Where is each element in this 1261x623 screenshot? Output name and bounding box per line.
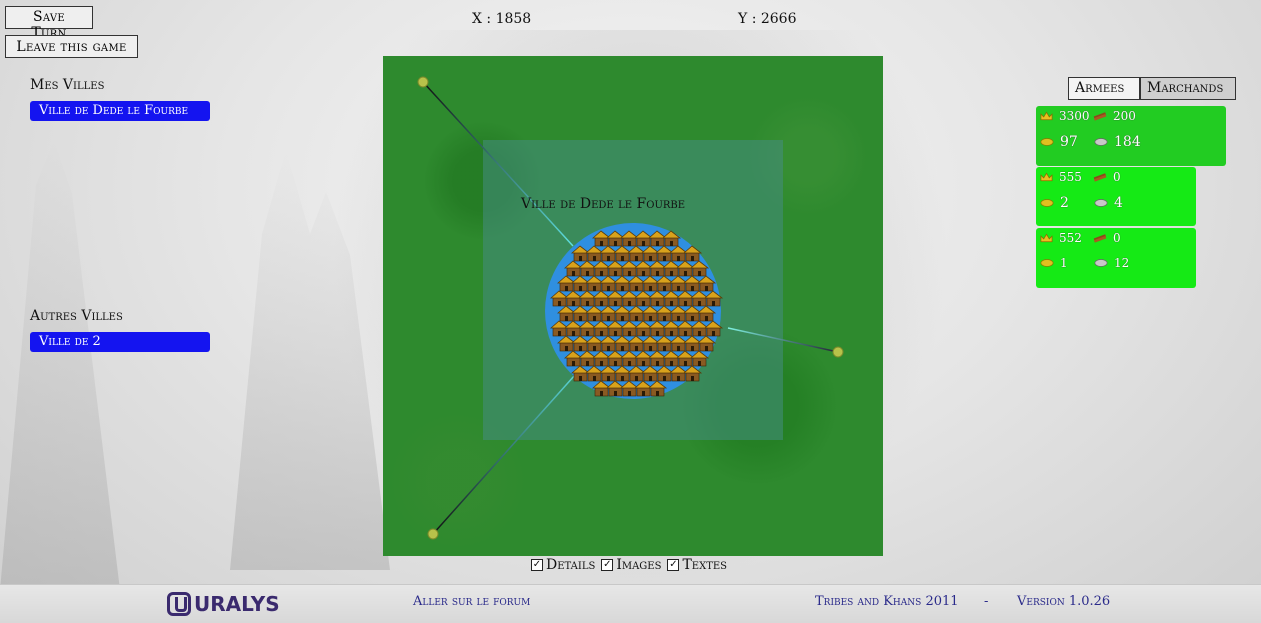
other-cities-title: Autres Villes <box>30 308 123 324</box>
logo-text: URALYS <box>194 592 280 616</box>
checkbox-textes[interactable]: ✓ <box>667 559 680 571</box>
credits-text: Tribes and Khans 2011 <box>815 594 959 609</box>
x-coordinate: X : 1858 <box>472 11 532 27</box>
map-city-label[interactable]: Ville de Dede le Fourbe <box>521 196 685 212</box>
waypoint-marker[interactable] <box>832 346 844 358</box>
leave-game-button[interactable]: Leave this game <box>5 35 138 58</box>
tab-armees[interactable]: Armees <box>1068 77 1140 100</box>
food-value: 1 <box>1060 256 1068 270</box>
stone-value: 12 <box>1114 256 1130 270</box>
food-icon <box>1040 199 1054 207</box>
wood-icon <box>1093 173 1107 182</box>
food-icon <box>1040 259 1054 267</box>
wood-value: 0 <box>1113 170 1121 184</box>
display-toggles: ✓ Details ✓ Images ✓ Textes <box>531 557 727 573</box>
save-turn-button[interactable]: Save Turn <box>5 6 93 41</box>
version-text: Version 1.0.26 <box>1017 594 1111 609</box>
logo-icon <box>167 592 191 616</box>
stone-icon <box>1094 138 1108 146</box>
crown-icon <box>1040 172 1053 182</box>
my-city-item[interactable]: Ville de Dede le Fourbe <box>30 101 210 121</box>
tab-marchands[interactable]: Marchands <box>1140 77 1236 100</box>
route-line <box>432 365 584 535</box>
checkbox-images[interactable]: ✓ <box>601 559 614 571</box>
images-label: Images <box>616 557 662 573</box>
other-city-item[interactable]: Ville de 2 <box>30 332 210 352</box>
map-overlay <box>417 76 844 540</box>
crown-icon <box>1040 233 1053 243</box>
stone-value: 184 <box>1114 134 1141 150</box>
merchant-card[interactable]: 3300 200 97 184 <box>1036 106 1226 166</box>
wood-icon <box>1093 234 1107 243</box>
details-label: Details <box>546 557 596 573</box>
uralys-logo[interactable]: URALYS <box>167 592 280 616</box>
stone-value: 4 <box>1114 195 1123 211</box>
gold-value: 3300 <box>1059 109 1090 123</box>
wood-icon <box>1093 112 1107 121</box>
checkbox-details[interactable]: ✓ <box>531 559 543 571</box>
stone-icon <box>1094 199 1108 207</box>
merchant-card[interactable]: 555 0 2 4 <box>1036 167 1196 226</box>
wood-value: 200 <box>1113 109 1136 123</box>
gold-value: 552 <box>1059 231 1082 245</box>
food-value: 2 <box>1060 195 1069 211</box>
details-toggle[interactable]: ✓ Details <box>531 557 595 573</box>
food-icon <box>1040 138 1054 146</box>
footer: URALYS Aller sur le forum Tribes and Kha… <box>0 584 1261 623</box>
forum-link[interactable]: Aller sur le forum <box>413 594 530 609</box>
background-tower <box>0 140 120 590</box>
city-buildings[interactable] <box>549 230 724 397</box>
merchant-card[interactable]: 552 0 1 12 <box>1036 228 1196 288</box>
wood-value: 0 <box>1113 231 1121 245</box>
waypoint-marker[interactable] <box>427 528 439 540</box>
stone-icon <box>1094 259 1108 267</box>
y-coordinate: Y : 2666 <box>738 11 797 27</box>
images-toggle[interactable]: ✓ Images <box>601 557 661 573</box>
textes-label: Textes <box>682 557 728 573</box>
food-value: 97 <box>1060 134 1078 150</box>
route-line <box>422 81 574 247</box>
route-line <box>727 327 839 353</box>
gold-value: 555 <box>1059 170 1082 184</box>
game-map[interactable]: Ville de Dede le Fourbe <box>383 56 883 556</box>
crown-icon <box>1040 111 1053 121</box>
footer-separator: - <box>984 594 989 609</box>
my-cities-title: Mes Villes <box>30 77 105 93</box>
textes-toggle[interactable]: ✓ Textes <box>667 557 727 573</box>
waypoint-marker[interactable] <box>417 76 429 88</box>
